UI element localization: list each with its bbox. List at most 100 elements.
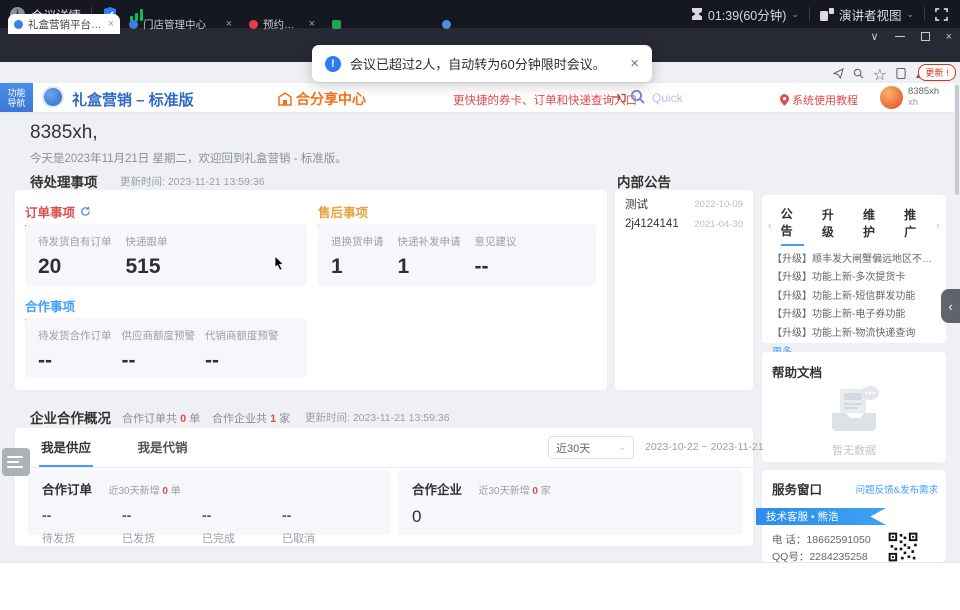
announcement-row[interactable]: 2j4124141 2021-04-30 — [615, 212, 753, 230]
coop-company-panel: 合作企业 近30天新增 0 家 0 — [398, 470, 742, 535]
stat-column: 快递跟单 515 — [126, 234, 168, 286]
screen: i 会议详情 01:39(60分钟) ⌄ 演讲者视图 ⌄ 礼盒营销平台管理中心 … — [0, 0, 960, 610]
quick-search-icon[interactable] — [630, 89, 645, 109]
view-mode-selector[interactable]: 演讲者视图 ⌄ — [820, 5, 914, 24]
tab-favicon — [249, 20, 258, 29]
empty-illustration: 暂无数据 — [762, 383, 946, 458]
brand-logo — [42, 86, 64, 108]
feedback-link[interactable]: 问题反馈&发布需求 — [856, 482, 938, 496]
stat-column: --待发货 — [42, 507, 122, 546]
share-center-link[interactable]: 合分享中心 — [278, 89, 366, 109]
tabs-next-icon[interactable]: › — [936, 220, 940, 232]
tab-close-icon[interactable]: × — [226, 18, 232, 30]
tab-favicon — [129, 20, 138, 29]
notice-tab-maintain[interactable]: 维护 — [863, 206, 886, 245]
tabs-prev-icon[interactable]: ‹ — [768, 220, 772, 232]
service-title: 服务窗口 — [772, 479, 822, 498]
browser-tab-5[interactable] — [436, 14, 541, 34]
window-controls: ∨ × — [871, 30, 953, 43]
browser-tab-2[interactable]: 门店管理中心 × — [123, 14, 238, 34]
notice-tab-announce[interactable]: 公告 — [781, 205, 804, 246]
stat-column: 快递补发申请 1 — [398, 234, 461, 286]
stat-column: --已发货 — [122, 507, 202, 546]
coop-card: 我是供应 我是代销 合作订单 近30天新增 0 单 --待发货 --已发货 --… — [15, 428, 753, 546]
quick-entry-tip: 更快捷的券卡、订单和快递查询入口 — [453, 92, 637, 108]
coop-company-card-sub: 近30天新增 0 家 — [478, 486, 550, 497]
announcement-row[interactable]: 测试 2022-10-09 — [615, 190, 753, 212]
minimize-icon[interactable] — [895, 36, 905, 38]
restore-icon[interactable] — [921, 32, 930, 41]
greeting-name: 8385xh, — [30, 122, 98, 144]
order-stats-panel: 待发货自有订单 20 快递跟单 515 — [25, 224, 307, 286]
date-range-select[interactable]: 近30天 ⌄ — [548, 436, 634, 459]
mouse-cursor — [274, 255, 285, 276]
divider — [924, 7, 925, 21]
service-phone: 电 话：18662591050 — [772, 532, 871, 547]
pending-title: 待处理事项 — [30, 171, 98, 191]
floating-list-widget[interactable] — [2, 448, 30, 476]
collapse-panel-button[interactable]: ‹ — [941, 289, 960, 323]
tab-title: 礼盒营销平台管理中心 — [28, 17, 102, 32]
user-name: 8385xh xh — [908, 86, 939, 108]
stat-column: 退换货申请 1 — [331, 234, 384, 286]
zoom-icon[interactable] — [853, 66, 864, 84]
send-icon[interactable] — [833, 66, 844, 84]
warehouse-icon — [278, 92, 292, 106]
chrome-update-button[interactable]: 更新! — [918, 64, 956, 81]
scrollbar-thumb[interactable] — [955, 85, 959, 195]
toast-close-icon[interactable]: × — [630, 55, 639, 72]
tab-close-icon[interactable]: × — [309, 18, 315, 30]
notice-item[interactable]: 【升级】顺丰发大闸蟹偏远地区不成功问... — [762, 246, 946, 265]
reading-list-icon[interactable] — [896, 66, 906, 84]
stat-column: --已取消 — [282, 507, 362, 546]
tab-title: 预约成功 — [263, 17, 303, 32]
coop-order-card-title: 合作订单 — [42, 479, 92, 498]
tab-close-icon[interactable]: × — [108, 18, 114, 30]
stat-column: 供应商额度预警 -- — [122, 328, 196, 378]
coop-stats-panel: 待发货合作订单 -- 供应商额度预警 -- 代销商额度预警 -- — [25, 318, 307, 378]
app-title: 礼盒营销 – 标准版 — [72, 89, 194, 110]
quick-search-label[interactable]: Quick — [652, 91, 683, 105]
tutorial-link[interactable]: 系统使用教程 — [780, 92, 858, 108]
notice-tab-promo[interactable]: 推广 — [904, 206, 927, 245]
notice-item[interactable]: 【升级】功能上新-短信群发功能 — [762, 283, 946, 302]
support-ribbon: 技术客服 • 熊浩 — [756, 508, 886, 525]
user-avatar[interactable] — [880, 86, 903, 109]
stat-column: 待发货自有订单 20 — [38, 234, 112, 286]
toast-info-icon: ! — [325, 56, 341, 72]
notice-tab-upgrade[interactable]: 升级 — [822, 206, 845, 245]
select-chevron-icon: ⌄ — [618, 442, 626, 453]
tab-supplier[interactable]: 我是供应 — [39, 428, 93, 467]
help-docs-title: 帮助文档 — [762, 352, 946, 381]
pending-card: 订单事项 待发货自有订单 20 快递跟单 515 售后事项 退换货申请 1 快递… — [15, 190, 607, 390]
stat-column: 意见建议 -- — [475, 234, 517, 286]
stat-column: 待发货合作订单 -- — [38, 328, 112, 378]
empty-text: 暂无数据 — [762, 442, 946, 458]
tab-favicon — [332, 20, 341, 29]
view-dropdown-icon[interactable]: ⌄ — [906, 9, 914, 20]
fullscreen-icon[interactable] — [935, 8, 948, 21]
browser-tab-4[interactable] — [326, 14, 431, 34]
window-close-icon[interactable]: × — [946, 31, 952, 43]
help-docs-card: 帮助文档 暂无数据 — [762, 352, 946, 462]
refresh-icon[interactable] — [80, 206, 91, 217]
notice-item[interactable]: 【升级】功能上新-物流快递查询 — [762, 320, 946, 339]
tab-search-icon[interactable]: ∨ — [871, 30, 879, 43]
notice-item[interactable]: 【升级】功能上新-电子券功能 — [762, 302, 946, 321]
coop-company-card-title: 合作企业 — [412, 479, 462, 498]
browser-tab-1[interactable]: 礼盒营销平台管理中心 × — [8, 14, 120, 34]
meeting-toast: ! 会议已超过2人，自动转为60分钟限时会议。 × — [312, 45, 652, 82]
stat-column: 代销商额度预警 -- — [205, 328, 279, 378]
aftersale-stats-panel: 退换货申请 1 快递补发申请 1 意见建议 -- — [318, 224, 596, 286]
tab-agent[interactable]: 我是代销 — [135, 428, 189, 465]
date-range-text: 2023-10-22 ~ 2023-11-21 — [645, 441, 764, 453]
timer-dropdown-icon[interactable]: ⌄ — [791, 9, 799, 20]
notice-panel: ‹ 公告 升级 维护 推广 › 【升级】顺丰发大闸蟹偏远地区不成功问... 【升… — [762, 195, 946, 343]
function-nav-toggle[interactable]: 功能 导航 — [0, 83, 33, 112]
announcements-title: 内部公告 — [617, 171, 671, 191]
meeting-timer[interactable]: 01:39(60分钟) ⌄ — [691, 5, 799, 24]
notice-item[interactable]: 【升级】功能上新-多次提货卡 — [762, 265, 946, 284]
bookmark-star-icon[interactable]: ☆ — [873, 65, 887, 85]
pointer-hand-icon — [612, 91, 626, 109]
browser-tab-3[interactable]: 预约成功 × — [243, 14, 321, 34]
